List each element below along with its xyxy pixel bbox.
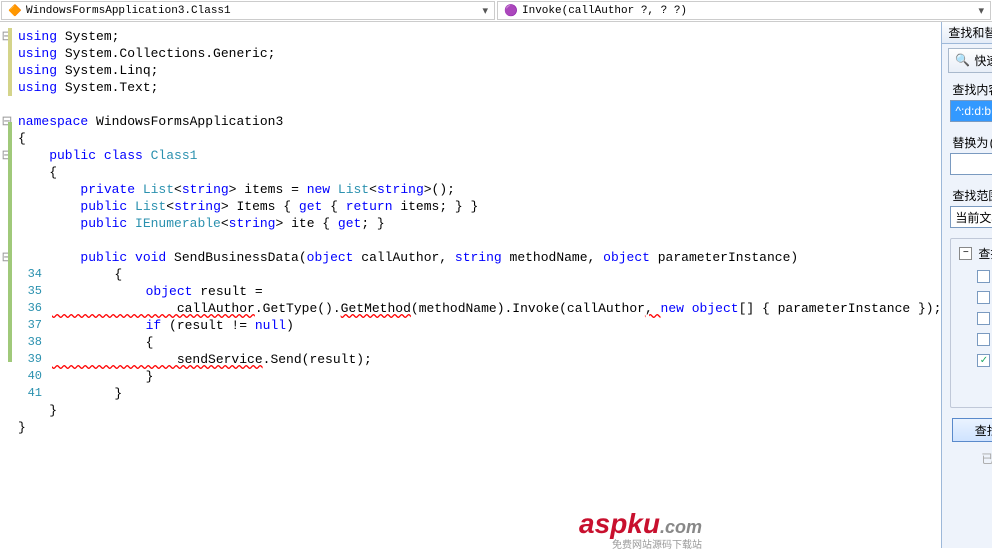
find-options-group: − 查找选项(O) 大小写匹配(C) 全字匹配(W) 向上搜索(U) 搜索隐藏文…	[950, 238, 992, 408]
watermark-subtitle: 免费网站源码下载站	[612, 536, 702, 552]
member-dropdown[interactable]: 🟣 Invoke(callAuthor ?, ? ?) ▾	[497, 1, 991, 20]
ghost-button-1: 已折叠(人)	[952, 448, 992, 469]
change-marker	[8, 28, 12, 96]
code-editor[interactable]: ⊟using System; using System.Collections.…	[0, 22, 941, 548]
replace-label: 替换为(P):	[942, 128, 992, 153]
replace-input[interactable]	[950, 153, 992, 175]
find-next-button[interactable]: 查找下一个(F)	[952, 418, 992, 442]
options-header: 查找选项(O)	[978, 245, 992, 262]
quick-find-tab[interactable]: 🔍 快速查找 ▾	[948, 48, 992, 73]
member-dropdown-text: Invoke(callAuthor ?, ? ?)	[522, 5, 687, 17]
panel-titlebar: 查找和替换 ✕	[942, 22, 992, 44]
method-icon: 🟣	[504, 4, 518, 18]
use-regex-checkbox[interactable]: ✓	[977, 354, 990, 367]
class-icon: 🔶	[8, 4, 22, 18]
search-up-checkbox[interactable]	[977, 312, 990, 325]
find-input[interactable]	[950, 100, 992, 122]
find-replace-panel: 查找和替换 ✕ 🔍 快速查找 ▾ 🅰️ 快速替换 ▾ 查找内容(N): ▾ ▶ …	[941, 22, 992, 548]
find-icon: 🔍	[955, 53, 970, 68]
panel-title-text: 查找和替换	[948, 24, 992, 41]
class-dropdown-text: WindowsFormsApplication3.Class1	[26, 5, 231, 17]
scope-combo[interactable]: 当前文档 ▾	[950, 206, 992, 228]
chevron-down-icon: ▾	[482, 4, 488, 18]
chevron-down-icon: ▾	[978, 4, 984, 18]
change-marker	[8, 122, 12, 362]
search-hidden-checkbox[interactable]	[977, 333, 990, 346]
match-case-checkbox[interactable]	[977, 270, 990, 283]
find-label: 查找内容(N):	[942, 75, 992, 100]
scope-label: 查找范围(L):	[942, 181, 992, 206]
whole-word-checkbox[interactable]	[977, 291, 990, 304]
class-dropdown[interactable]: 🔶 WindowsFormsApplication3.Class1 ▾	[1, 1, 495, 20]
collapse-toggle[interactable]: −	[959, 247, 972, 260]
